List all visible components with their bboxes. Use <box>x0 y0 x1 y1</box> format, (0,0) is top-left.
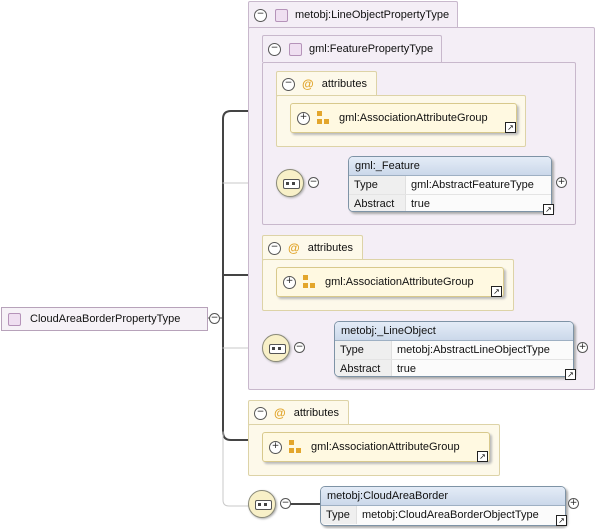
row-key: Abstract <box>349 195 406 211</box>
collapse-icon[interactable]: − <box>254 406 267 420</box>
attribute-icon: @ <box>274 406 286 420</box>
root-type-label: CloudAreaBorderPropertyType <box>30 313 181 325</box>
row-value: true <box>397 363 416 375</box>
complex-type-icon <box>275 8 288 22</box>
element-row: Type metobj:CloudAreaBorderObjectType <box>321 506 565 524</box>
cloud-area-border-element[interactable]: metobj:CloudAreaBorder Type metobj:Cloud… <box>320 486 566 526</box>
expand-icon[interactable]: + <box>283 275 296 289</box>
attributes-tab[interactable]: − @ attributes <box>276 71 377 96</box>
line-object-type-tab[interactable]: − metobj:LineObjectPropertyType <box>248 1 459 28</box>
shortcut-arrow-icon[interactable]: ↗ <box>477 451 488 462</box>
shortcut-arrow-icon[interactable]: ↗ <box>543 204 554 215</box>
shortcut-arrow-icon[interactable]: ↗ <box>491 286 502 297</box>
complex-type-icon <box>8 312 21 326</box>
attribute-icon: @ <box>302 77 314 91</box>
attributes-label: attributes <box>307 242 353 254</box>
feature-property-type-tab[interactable]: − gml:FeaturePropertyType <box>262 35 443 62</box>
expand-icon[interactable]: + <box>556 177 567 188</box>
collapse-icon[interactable]: − <box>254 8 267 22</box>
attribute-group-icon <box>289 440 303 454</box>
element-name: metobj:_LineObject <box>335 322 573 341</box>
feature-element[interactable]: gml:_Feature Type gml:AbstractFeatureTyp… <box>348 156 552 212</box>
row-value: true <box>411 198 430 210</box>
sequence-icon[interactable] <box>276 169 304 197</box>
shortcut-arrow-icon[interactable]: ↗ <box>556 515 567 526</box>
shortcut-arrow-icon[interactable]: ↗ <box>565 369 576 380</box>
sequence-icon[interactable] <box>248 490 276 518</box>
complex-type-icon <box>289 42 302 56</box>
element-row: Type metobj:AbstractLineObjectType <box>335 341 573 359</box>
row-key: Type <box>349 176 406 194</box>
feature-property-type-label: gml:FeaturePropertyType <box>309 43 434 55</box>
association-attribute-group[interactable]: + gml:AssociationAttributeGroup <box>262 432 490 462</box>
shortcut-arrow-icon[interactable]: ↗ <box>505 122 516 133</box>
collapse-icon[interactable]: − <box>280 498 291 509</box>
attribute-group-icon <box>303 275 317 289</box>
root-type-box[interactable]: CloudAreaBorderPropertyType <box>1 307 208 331</box>
collapse-icon[interactable]: − <box>282 77 295 91</box>
element-name: gml:_Feature <box>349 157 551 176</box>
association-attribute-group[interactable]: + gml:AssociationAttributeGroup <box>290 103 517 133</box>
expand-icon[interactable]: + <box>577 342 588 353</box>
collapse-icon[interactable]: − <box>294 342 305 353</box>
line-object-element[interactable]: metobj:_LineObject Type metobj:AbstractL… <box>334 321 574 377</box>
attribute-icon: @ <box>288 241 300 255</box>
group-label: gml:AssociationAttributeGroup <box>339 112 488 124</box>
attributes-label: attributes <box>321 78 367 90</box>
sequence-icon[interactable] <box>262 334 290 362</box>
row-value: metobj:AbstractLineObjectType <box>397 344 550 356</box>
collapse-icon[interactable]: − <box>268 42 281 56</box>
group-label: gml:AssociationAttributeGroup <box>325 276 474 288</box>
expand-icon[interactable]: + <box>568 498 579 509</box>
group-label: gml:AssociationAttributeGroup <box>311 441 460 453</box>
element-row: Abstract true <box>349 194 551 211</box>
element-name: metobj:CloudAreaBorder <box>321 487 565 506</box>
root-collapse-icon[interactable]: − <box>209 313 220 324</box>
attributes-tab[interactable]: − @ attributes <box>262 235 363 260</box>
element-row: Type gml:AbstractFeatureType <box>349 176 551 194</box>
row-key: Type <box>321 506 357 524</box>
element-row: Abstract true <box>335 359 573 376</box>
collapse-icon[interactable]: − <box>268 241 281 255</box>
collapse-icon[interactable]: − <box>308 177 319 188</box>
expand-icon[interactable]: + <box>269 440 282 454</box>
attribute-group-icon <box>317 111 331 125</box>
row-value: metobj:CloudAreaBorderObjectType <box>362 509 539 521</box>
row-key: Abstract <box>335 360 392 376</box>
row-value: gml:AbstractFeatureType <box>411 179 534 191</box>
expand-icon[interactable]: + <box>297 111 310 125</box>
row-key: Type <box>335 341 392 359</box>
line-object-type-label: metobj:LineObjectPropertyType <box>295 9 450 21</box>
association-attribute-group[interactable]: + gml:AssociationAttributeGroup <box>276 267 504 297</box>
attributes-tab[interactable]: − @ attributes <box>248 400 349 425</box>
attributes-label: attributes <box>293 407 339 419</box>
